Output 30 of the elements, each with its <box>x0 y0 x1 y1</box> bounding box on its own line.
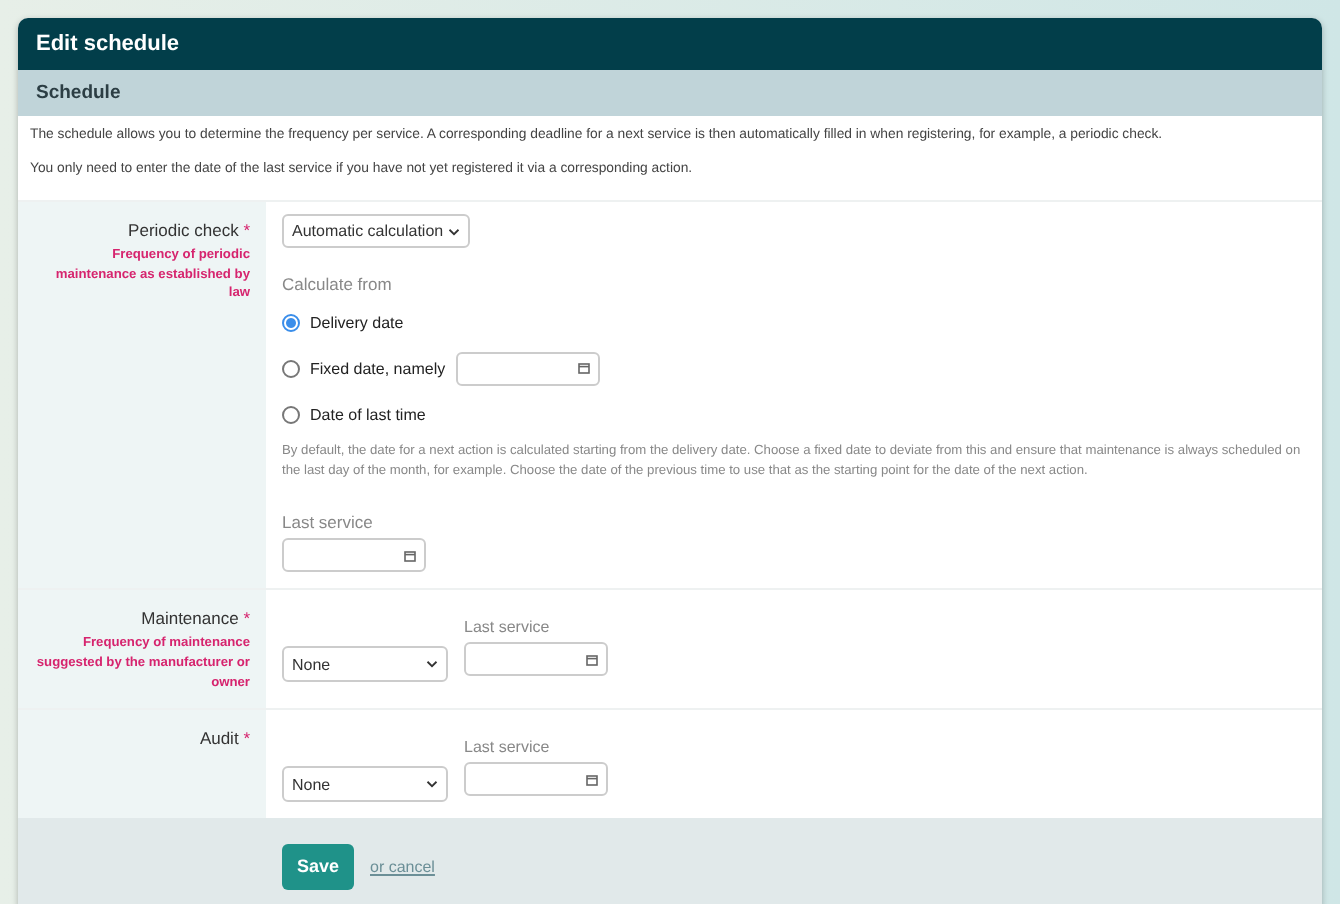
radio-label[interactable]: Delivery date <box>310 313 404 331</box>
date-field[interactable] <box>282 538 426 573</box>
frequency-select[interactable]: None <box>282 646 448 683</box>
frequency-select[interactable]: None <box>282 766 448 803</box>
calculation-select[interactable]: Automatic calculation <box>282 214 470 248</box>
calendar-icon <box>577 362 590 374</box>
field-label: Maintenance * <box>139 608 250 629</box>
field-label: Last service <box>282 512 375 533</box>
group-label: Calculate from <box>282 274 394 294</box>
radio-button[interactable] <box>282 359 300 377</box>
chevron-icon <box>426 660 438 669</box>
field-label: Periodic check * <box>126 220 250 240</box>
dialog-title: Edit schedule <box>36 32 180 56</box>
calendar-icon <box>586 773 598 786</box>
save-button[interactable]: Save <box>282 843 354 890</box>
calendar-icon <box>586 653 598 666</box>
date-field[interactable] <box>464 762 608 797</box>
radio-label[interactable]: Date of last time <box>310 405 426 423</box>
chevron-icon <box>426 780 438 789</box>
section-title: Schedule <box>36 82 121 104</box>
date-field[interactable] <box>464 642 608 677</box>
chevron-icon <box>447 227 460 235</box>
calendar-icon <box>404 549 416 562</box>
radio-button[interactable] <box>282 405 300 423</box>
radio-button[interactable] <box>282 313 300 331</box>
date-field[interactable] <box>455 351 600 385</box>
field-label: Last service <box>464 618 552 637</box>
radio-label[interactable]: Fixed date, namely <box>310 359 446 377</box>
field-label: Audit * <box>197 728 250 749</box>
field-label: Last service <box>464 738 552 757</box>
